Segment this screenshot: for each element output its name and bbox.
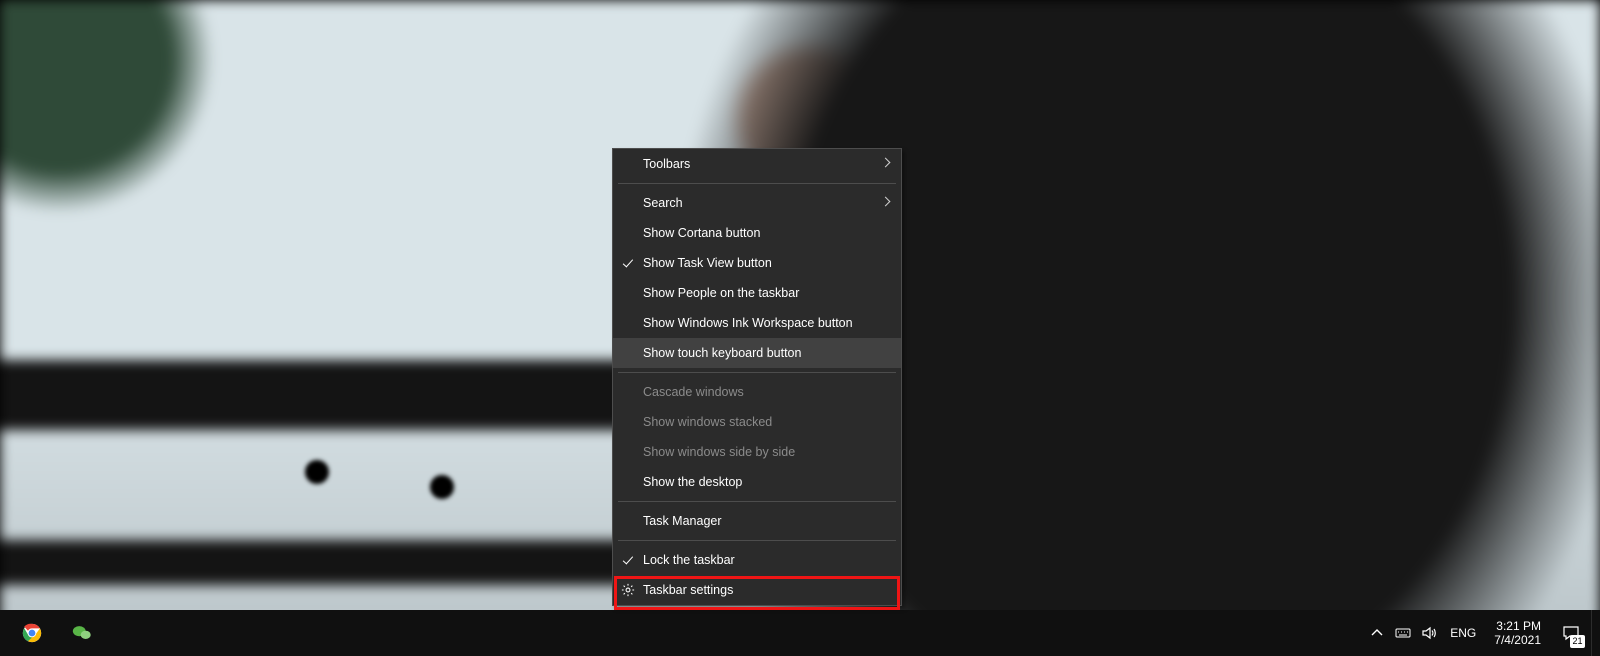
chevron-up-icon [1369, 625, 1385, 641]
menu-item-show-ink-workspace[interactable]: Show Windows Ink Workspace button [613, 308, 901, 338]
menu-item-label: Show windows side by side [643, 445, 795, 459]
menu-item-label: Taskbar settings [643, 583, 733, 597]
menu-item-show-desktop[interactable]: Show the desktop [613, 467, 901, 497]
notification-badge: 21 [1570, 635, 1585, 648]
menu-item-label: Task Manager [643, 514, 722, 528]
menu-separator [618, 372, 896, 373]
menu-item-cascade-windows: Cascade windows [613, 377, 901, 407]
keyboard-icon [1395, 625, 1411, 641]
menu-item-label: Show Cortana button [643, 226, 760, 240]
menu-item-label: Show the desktop [643, 475, 742, 489]
taskbar-app-wechat[interactable] [58, 610, 106, 656]
wechat-icon [71, 622, 93, 644]
menu-separator [618, 540, 896, 541]
menu-item-label: Toolbars [643, 157, 690, 171]
language-label: ENG [1450, 626, 1476, 640]
menu-item-lock-taskbar[interactable]: Lock the taskbar [613, 545, 901, 575]
wallpaper-detail [430, 475, 454, 499]
menu-separator [618, 183, 896, 184]
menu-item-label: Show Task View button [643, 256, 772, 270]
taskbar-tray: ENG 3:21 PM 7/4/2021 21 [1364, 610, 1600, 656]
check-icon [621, 256, 635, 270]
menu-item-taskbar-settings[interactable]: Taskbar settings [613, 575, 901, 605]
check-icon [621, 553, 635, 567]
tray-touch-keyboard[interactable] [1390, 610, 1416, 656]
taskbar[interactable]: ENG 3:21 PM 7/4/2021 21 [0, 610, 1600, 656]
clock-date: 7/4/2021 [1494, 633, 1541, 647]
taskbar-context-menu: Toolbars Search Show Cortana button Show… [612, 148, 902, 606]
tray-volume[interactable] [1416, 610, 1442, 656]
speaker-icon [1421, 625, 1437, 641]
menu-item-label: Show People on the taskbar [643, 286, 799, 300]
menu-item-show-task-view[interactable]: Show Task View button [613, 248, 901, 278]
menu-item-show-stacked: Show windows stacked [613, 407, 901, 437]
chevron-right-icon [883, 159, 889, 169]
menu-item-label: Lock the taskbar [643, 553, 735, 567]
menu-item-toolbars[interactable]: Toolbars [613, 149, 901, 179]
taskbar-pinned-area [0, 610, 106, 656]
menu-separator [618, 501, 896, 502]
chrome-icon [21, 622, 43, 644]
menu-item-show-people[interactable]: Show People on the taskbar [613, 278, 901, 308]
tray-clock[interactable]: 3:21 PM 7/4/2021 [1484, 610, 1551, 656]
show-desktop-button[interactable] [1591, 610, 1598, 656]
wallpaper-detail [305, 460, 329, 484]
tray-language[interactable]: ENG [1442, 610, 1484, 656]
menu-item-label: Show windows stacked [643, 415, 772, 429]
gear-icon [621, 583, 635, 597]
tray-action-center[interactable]: 21 [1551, 610, 1591, 656]
clock-time: 3:21 PM [1496, 619, 1541, 633]
taskbar-app-chrome[interactable] [8, 610, 56, 656]
chevron-right-icon [883, 198, 889, 208]
menu-item-show-touch-keyboard[interactable]: Show touch keyboard button [613, 338, 901, 368]
menu-item-search[interactable]: Search [613, 188, 901, 218]
menu-item-show-side-by-side: Show windows side by side [613, 437, 901, 467]
menu-item-task-manager[interactable]: Task Manager [613, 506, 901, 536]
menu-item-label: Search [643, 196, 683, 210]
menu-item-label: Cascade windows [643, 385, 744, 399]
menu-item-show-cortana[interactable]: Show Cortana button [613, 218, 901, 248]
menu-item-label: Show touch keyboard button [643, 346, 801, 360]
menu-item-label: Show Windows Ink Workspace button [643, 316, 853, 330]
tray-overflow-button[interactable] [1364, 610, 1390, 656]
